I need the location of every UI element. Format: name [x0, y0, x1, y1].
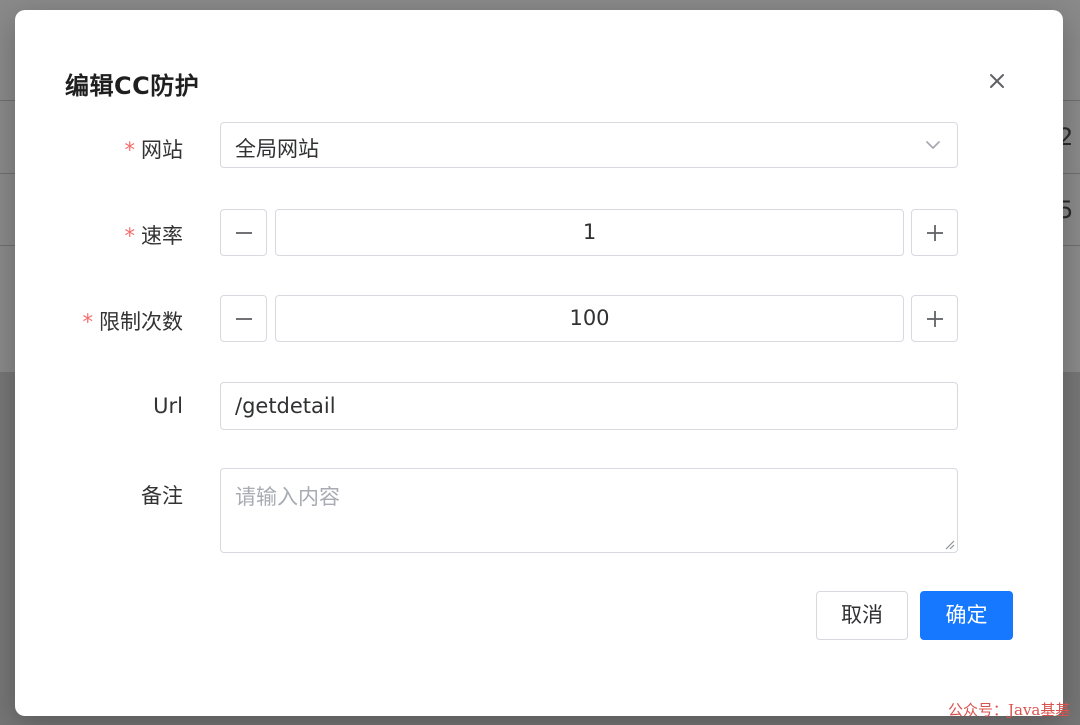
chevron-down-icon: [926, 141, 940, 149]
resize-handle-icon[interactable]: [943, 538, 955, 550]
plus-icon: [927, 311, 943, 327]
dialog-title: 编辑CC防护: [65, 72, 200, 100]
limit-count-label: * 限制次数: [83, 306, 184, 336]
watermark-text: 公众号：Java基基: [948, 701, 1071, 719]
rate-label-text: 速率: [141, 224, 183, 248]
required-mark: *: [124, 224, 136, 248]
minus-icon: [236, 318, 252, 320]
required-mark: *: [82, 310, 94, 334]
cancel-button[interactable]: 取消: [816, 591, 908, 640]
website-label-text: 网站: [141, 138, 183, 162]
confirm-button[interactable]: 确定: [920, 591, 1013, 640]
required-mark: *: [124, 138, 136, 162]
rate-decrement-button[interactable]: [220, 209, 267, 256]
limit-count-label-text: 限制次数: [99, 310, 183, 334]
website-select-value: 全局网站: [235, 137, 319, 161]
close-icon: [990, 74, 1004, 88]
limit-count-increment-button[interactable]: [911, 295, 958, 342]
url-label: Url: [153, 394, 183, 418]
website-select[interactable]: 全局网站: [220, 122, 958, 168]
rate-increment-button[interactable]: [911, 209, 958, 256]
remark-placeholder: 请输入内容: [235, 485, 340, 509]
edit-cc-protection-dialog: 编辑CC防护 * 网站 全局网站 * 速率 1 * 限制次数 100 Url /…: [15, 10, 1063, 716]
remark-label: 备注: [141, 484, 183, 508]
rate-input[interactable]: 1: [275, 209, 904, 256]
rate-label: * 速率: [125, 220, 184, 250]
limit-count-decrement-button[interactable]: [220, 295, 267, 342]
close-button[interactable]: [982, 66, 1012, 96]
limit-count-input[interactable]: 100: [275, 295, 904, 342]
website-label: * 网站: [125, 134, 184, 164]
remark-textarea[interactable]: 请输入内容: [220, 468, 958, 553]
url-input[interactable]: /getdetail: [220, 382, 958, 430]
plus-icon: [927, 225, 943, 241]
minus-icon: [236, 232, 252, 234]
